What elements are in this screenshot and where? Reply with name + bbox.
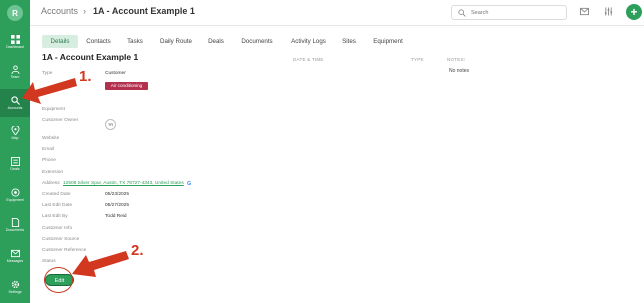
website-label: Website [42,136,60,141]
type-tag: Air conditioning [105,82,148,90]
breadcrumb-current: 1A - Account Example 1 [93,6,195,16]
sidebar-item-map[interactable]: Map [0,119,30,147]
email-label: Email [42,147,54,152]
edit-highlight-circle [44,267,73,293]
grid-icon [10,34,20,44]
address-link[interactable]: 12508 Silver Spur, Austin, TX 78727-4343… [63,181,184,186]
arrow-1-icon [22,78,77,104]
customer-owner-label: Customer Owner [42,118,79,123]
tab-tasks[interactable]: Tasks [123,35,147,48]
sidebar-item-dashboard[interactable]: Dashboard [0,28,30,56]
last-edit-by-value: Todd Reid [105,214,127,219]
customer-info-label: Customer Info [42,226,73,231]
sort-indicator-icon[interactable]: ↑ [463,57,466,62]
sidebar-item-label: Dashboard [6,44,24,49]
sidebar-item-team[interactable]: Team [0,58,30,86]
search-input[interactable] [471,8,561,18]
map-pin-icon [10,125,20,135]
sidebar-item-label: Team [10,74,20,79]
equipment-icon [10,188,20,197]
owner-avatar[interactable]: TR [105,119,116,130]
tab-sites[interactable]: Sites [338,35,360,48]
notes-column-type[interactable]: TYPE [411,57,424,62]
sidebar-item-label: Accounts [7,105,23,110]
notes-column-date[interactable]: DATE & TIME [293,57,324,62]
search-icon [458,9,466,17]
notes-column-notes[interactable]: NOTES [447,57,464,62]
type-label: Type [42,71,53,76]
step-2-label: 2. [131,242,144,259]
mail-icon[interactable] [580,7,589,16]
sidebar: R Dashboard Team Accounts Map Deals Equi… [0,0,30,303]
sidebar-item-documents[interactable]: Documents [0,211,30,239]
equipment-label: Equipment [42,107,65,112]
sidebar-item-deals[interactable]: Deals [0,150,30,178]
gear-icon [11,280,19,288]
breadcrumb-separator: › [83,6,86,16]
people-icon [10,65,20,74]
created-date-value: 05/23/2025 [105,192,130,197]
sidebar-item-label: Deals [10,166,20,171]
sidebar-item-messages[interactable]: Messages [0,242,30,270]
step-1-label: 1. [79,68,92,85]
sidebar-item-label: Documents [5,227,25,232]
tab-details[interactable]: Details [42,35,78,48]
settings-sliders-icon[interactable] [604,7,613,16]
created-date-label: Created Date [42,192,71,197]
add-button[interactable]: + [626,4,642,20]
sidebar-item-accounts[interactable]: Accounts [0,89,30,117]
last-edit-date-value: 05/27/2025 [105,203,130,208]
tab-daily-route[interactable]: Daily Route [155,35,197,48]
search-box[interactable] [451,5,567,20]
last-edit-date-label: Last Edit Date [42,203,73,208]
tab-documents[interactable]: Documents [237,35,277,48]
breadcrumb-accounts[interactable]: Accounts [41,6,78,16]
customer-reference-label: Customer Reference [42,248,87,253]
sidebar-item-label: Messages [6,258,24,263]
sidebar-item-settings[interactable]: Settings [0,273,30,301]
tab-equipment[interactable]: Equipment [369,35,407,48]
document-icon [11,217,19,227]
last-edit-by-label: Last Edit By [42,214,68,219]
sidebar-item-label: Equipment [6,197,24,202]
arrow-2-icon [72,251,129,277]
type-value: Customer [105,71,126,76]
search-icon [10,96,20,105]
address-label: Address [42,181,60,186]
tab-deals[interactable]: Deals [205,35,227,48]
status-label: Status [42,259,56,264]
top-header: Accounts › 1A - Account Example 1 + [30,0,644,26]
sidebar-item-equipment[interactable]: Equipment [0,181,30,209]
app-logo[interactable]: R [7,5,23,21]
notes-empty-message: No notes [449,68,470,74]
page-title: 1A - Account Example 1 [42,52,139,62]
mail-icon [10,249,20,257]
phone-label: Phone [42,158,56,163]
tab-contacts[interactable]: Contacts [82,35,115,48]
sidebar-item-label: Map [11,135,19,140]
google-maps-icon[interactable]: G [187,181,191,187]
extension-label: Extension [42,170,64,175]
tab-activity-logs[interactable]: Activity Logs [287,35,330,48]
deals-icon [10,156,20,166]
customer-source-label: Customer Source [42,237,80,242]
sidebar-item-label: Settings [8,289,22,294]
